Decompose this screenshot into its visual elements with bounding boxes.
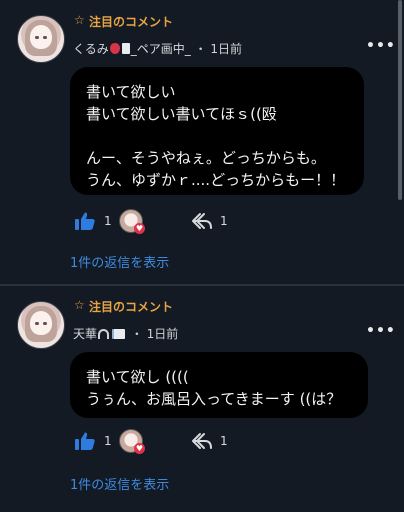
comment-bubble: 書いて欲し (((( うぅん、お風呂入ってきまーす ((は？: [70, 352, 368, 418]
username-suffix: _ペア画中_: [130, 42, 191, 56]
avatar[interactable]: [17, 301, 65, 349]
avatar[interactable]: [17, 15, 65, 63]
username[interactable]: 天華 ・ 1日前: [73, 325, 178, 342]
timestamp: ・ 1日前: [194, 42, 243, 56]
view-replies-link[interactable]: 1件の返信を表示: [70, 474, 169, 493]
more-options-icon[interactable]: •••: [366, 323, 396, 339]
share-count: 1: [220, 434, 228, 448]
strawberry-icon: [109, 43, 120, 54]
book-icon: [112, 329, 126, 339]
milk-icon: [121, 43, 130, 54]
username-text: 天華: [73, 327, 98, 341]
thumbs-up-icon[interactable]: [75, 212, 95, 230]
comment-item: ☆ 注目のコメント 天華 ・ 1日前 ••• 書いて欲し (((( うぅん、お風…: [0, 286, 396, 512]
like-count: 1: [104, 434, 112, 448]
timestamp: ・ 1日前: [130, 327, 179, 341]
thumbs-up-icon[interactable]: [75, 432, 95, 450]
share-reply-icon[interactable]: [191, 432, 213, 450]
comment-item: ☆ 注目のコメント くるみ _ペア画中_ ・ 1日前 ••• 書いて欲しい 書いて…: [0, 0, 396, 284]
heart-icon: ♥: [134, 223, 145, 234]
heart-icon: ♥: [134, 443, 145, 454]
headphones-icon: [98, 329, 110, 339]
share-reply-icon[interactable]: [191, 212, 213, 230]
star-icon: ☆: [74, 13, 85, 27]
comment-bubble: 書いて欲しい 書いて欲しい書いてほｓ((殴 んー、そうやねぇ。どっちからも。 う…: [70, 67, 364, 195]
view-replies-link[interactable]: 1件の返信を表示: [70, 252, 169, 271]
like-count: 1: [104, 214, 112, 228]
featured-label: 注目のコメント: [89, 300, 174, 314]
username[interactable]: くるみ _ペア画中_ ・ 1日前: [73, 40, 242, 57]
scrollbar[interactable]: [398, 0, 402, 200]
more-options-icon[interactable]: •••: [366, 38, 396, 54]
star-icon: ☆: [74, 298, 85, 312]
share-count: 1: [220, 214, 228, 228]
username-text: くるみ: [73, 42, 109, 56]
featured-label: 注目のコメント: [89, 15, 174, 29]
